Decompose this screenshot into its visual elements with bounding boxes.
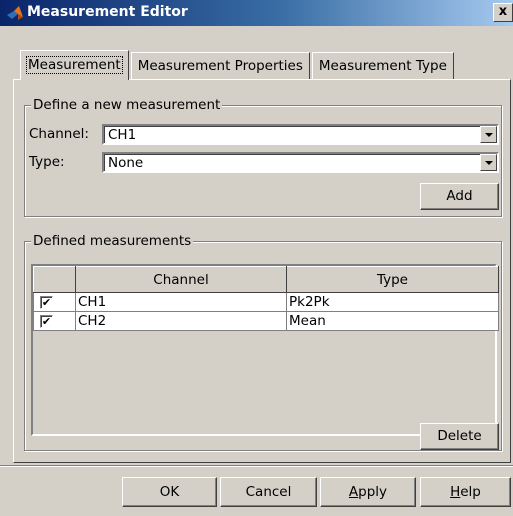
matlab-logo-icon (7, 6, 23, 20)
table-header-row: Channel Type (33, 266, 499, 293)
footer-separator (0, 465, 513, 467)
type-dropdown[interactable]: None (102, 152, 499, 173)
channel-dropdown[interactable]: CH1 (102, 124, 499, 145)
define-group-title: Define a new measurement (31, 97, 223, 113)
channel-dropdown-value: CH1 (108, 127, 137, 143)
table-row[interactable]: ✔ CH1 Pk2Pk (33, 292, 499, 312)
row-channel-cell[interactable]: CH2 (75, 311, 287, 331)
chevron-down-icon[interactable] (480, 126, 497, 143)
row-checkbox[interactable]: ✔ (40, 295, 53, 309)
tab-measurement-properties[interactable]: Measurement Properties (130, 52, 310, 80)
ok-button[interactable]: OK (122, 477, 217, 507)
close-button[interactable]: x (493, 3, 513, 22)
defined-measurements-group: Defined measurements Channel Type ✔ CH1 … (24, 233, 502, 451)
help-button[interactable]: Help (420, 477, 511, 507)
window-title: Measurement Editor (27, 4, 188, 20)
delete-button[interactable]: Delete (420, 423, 499, 450)
measurements-table: Channel Type ✔ CH1 Pk2Pk ✔ CH2 Mean (31, 264, 499, 436)
row-checkbox[interactable]: ✔ (40, 314, 53, 328)
chevron-down-icon[interactable] (480, 154, 497, 171)
channel-label: Channel: (29, 126, 89, 142)
table-row[interactable]: ✔ CH2 Mean (33, 311, 499, 331)
add-button[interactable]: Add (420, 183, 499, 210)
tab-measurement[interactable]: Measurement (20, 50, 129, 80)
row-check-cell: ✔ (33, 292, 76, 312)
type-label: Type: (29, 154, 65, 170)
column-header-channel[interactable]: Channel (75, 266, 287, 293)
row-channel-cell[interactable]: CH1 (75, 292, 287, 312)
row-type-cell[interactable]: Pk2Pk (286, 292, 499, 312)
row-check-cell: ✔ (33, 311, 76, 331)
defined-group-title: Defined measurements (31, 233, 194, 249)
type-dropdown-value: None (108, 155, 144, 171)
tab-measurement-type[interactable]: Measurement Type (311, 52, 454, 80)
column-header-check[interactable] (33, 266, 76, 293)
cancel-button[interactable]: Cancel (220, 477, 317, 507)
define-measurement-group: Define a new measurement Channel: CH1 Ty… (24, 97, 502, 217)
tab-strip: Measurement Measurement Properties Measu… (20, 50, 456, 80)
column-header-type[interactable]: Type (286, 266, 499, 293)
row-type-cell[interactable]: Mean (286, 311, 499, 331)
apply-button[interactable]: Apply (320, 477, 416, 507)
title-bar: Measurement Editor x (0, 0, 513, 26)
tab-panel: Define a new measurement Channel: CH1 Ty… (13, 79, 511, 463)
